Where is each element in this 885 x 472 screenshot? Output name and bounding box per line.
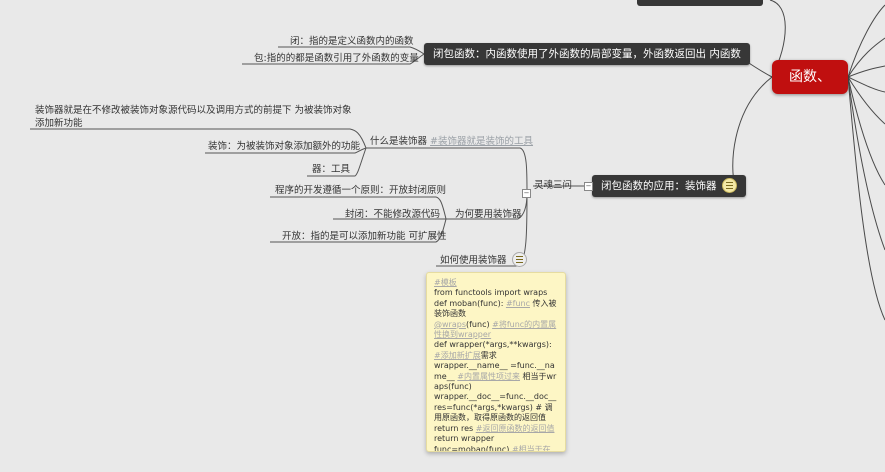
note-line: func=moban(func) #相当于在函数正上方@moban xyxy=(434,444,558,452)
note-comment: #添加新扩展 xyxy=(434,350,481,360)
decorator-label: 闭包函数的应用：装饰器 xyxy=(601,180,717,192)
note-line: return wrapper xyxy=(434,434,558,444)
what-comment: #装饰器就是装饰的工具 xyxy=(430,136,534,147)
note-comment: #func xyxy=(505,298,530,308)
note-code: func=moban(func) xyxy=(434,444,512,452)
what-label: 什么是装饰器 xyxy=(370,136,428,147)
decorator-node[interactable]: 闭包函数的应用：装饰器 xyxy=(592,175,746,197)
note-code: return res xyxy=(434,423,476,433)
note-line: #模板 xyxy=(434,278,558,288)
closure-child-1[interactable]: 闭：指的是定义函数内的函数 xyxy=(290,35,414,48)
soul-node[interactable]: 灵魂三问 xyxy=(534,179,572,192)
note-popup[interactable]: #模板 from functools import wraps def moban(… xyxy=(426,272,566,452)
how-node[interactable]: 如何使用装饰器 xyxy=(440,252,527,268)
note-line: wrapper.__name__ =func.__name__ #内置属性项过来… xyxy=(434,361,558,392)
note-comment: @wraps xyxy=(434,319,466,329)
what-child-1[interactable]: 装饰器就是在不修改被装饰对象源代码以及调用方式的前提下 为被装饰对象添加新功能 xyxy=(35,104,360,130)
note-comment: #内置属性项过来 xyxy=(457,371,520,381)
note-code: from functools import wraps xyxy=(434,288,548,298)
note-line: wrapper.__doc__=func.__doc__ xyxy=(434,392,558,402)
note-line: def moban(func): #func 传入被装饰函数 xyxy=(434,299,558,320)
note-comment: #模板 xyxy=(434,278,457,287)
note-line: res=func(*args,*kwargs) # 调用原函数，取得原函数的返回… xyxy=(434,403,558,424)
why-child-1[interactable]: 程序的开发遵循一个原则：开放封闭原则 xyxy=(275,184,446,197)
note-icon[interactable] xyxy=(721,177,737,193)
closure-child-2[interactable]: 包:指的的都是函数引用了外函数的变量 xyxy=(254,52,419,65)
note-comment: #返回原函数的返回值 xyxy=(475,423,555,433)
what-child-3[interactable]: 器：工具 xyxy=(312,163,350,176)
what-node[interactable]: 什么是装饰器 #装饰器就是装饰的工具 xyxy=(370,135,533,148)
collapse-toggle[interactable]: − xyxy=(584,182,593,191)
note-code: 需求 xyxy=(480,350,497,360)
offscreen-node[interactable] xyxy=(637,0,763,6)
note-line: from functools import wraps xyxy=(434,288,558,298)
root-node[interactable]: 函数、 xyxy=(772,60,848,94)
note-code: def wrapper(*args,**kwargs): xyxy=(434,340,552,350)
soul-collapse-toggle[interactable]: − xyxy=(522,189,531,198)
what-child-2[interactable]: 装饰：为被装饰对象添加额外的功能 xyxy=(208,140,360,153)
how-label: 如何使用装饰器 xyxy=(440,255,507,266)
note-line: @wraps(func) #将func的内置属性换到wrapper xyxy=(434,320,558,341)
why-child-3[interactable]: 开放：指的是可以添加新功能 可扩展性 xyxy=(282,230,447,243)
note-line: return res #返回原函数的返回值 xyxy=(434,424,558,434)
why-node[interactable]: 为何要用装饰器 xyxy=(455,208,522,221)
note-line: def wrapper(*args,**kwargs): #添加新扩展需求 xyxy=(434,340,558,361)
note-icon[interactable] xyxy=(511,252,527,267)
why-child-2[interactable]: 封闭：不能修改源代码 xyxy=(345,208,440,221)
note-code: res=func(*args,*kwargs) # 调用原函数，取得原函数的返回… xyxy=(434,402,553,423)
note-code: def moban(func): xyxy=(434,298,506,308)
note-code: wrapper.__doc__=func.__doc__ xyxy=(434,392,557,402)
note-code: (func) xyxy=(465,319,493,329)
note-code: return wrapper xyxy=(434,434,495,444)
closure-node[interactable]: 闭包函数：内函数使用了外函数的局部变量，外函数返回出 内函数 xyxy=(424,43,750,65)
